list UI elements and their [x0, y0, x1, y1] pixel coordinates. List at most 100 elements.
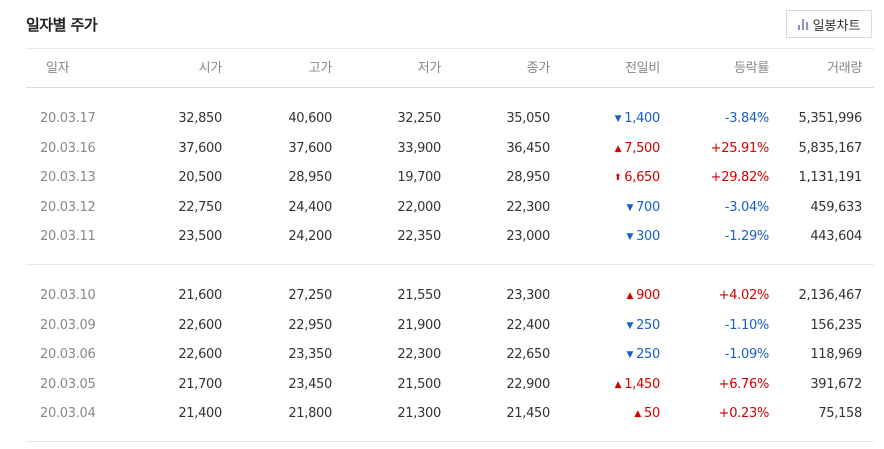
column-header-high: 고가: [308, 61, 333, 76]
change-value: 6,650: [624, 170, 660, 185]
cell-high: 27,250: [288, 288, 332, 303]
cell-rate: -3.84%: [724, 111, 770, 126]
cell-change: ▼ 700: [626, 193, 660, 222]
table-row: 20.03.13 20,500 28,950 19,700 28,950 ⬆ 6,650 +2…: [26, 163, 874, 192]
table-row: 20.03.06 22,600 23,350 22,300 22,650 ▼ 250 -1.0…: [26, 340, 874, 369]
cell-close: 22,900: [506, 376, 550, 392]
table-top-border: [26, 48, 874, 49]
cell-high: 21,800: [288, 406, 332, 421]
cell-open: 22,750: [178, 199, 222, 215]
cell-rate: -1.10%: [724, 317, 770, 333]
daily-chart-button[interactable]: 일봉차트: [786, 10, 872, 38]
cell-close: 22,650: [506, 347, 550, 362]
table-row: 20.03.17 32,850 40,600 32,250 35,050 ▼ 1,400 -3…: [26, 104, 874, 133]
cell-low: 19,700: [397, 170, 441, 185]
cell-high: 23,350: [288, 347, 332, 362]
cell-volume: 459,633: [810, 199, 862, 215]
cell-change: ▲ 1,450: [614, 370, 661, 399]
cell-open: 23,500: [178, 229, 222, 244]
down-arrow-icon: ▼: [626, 350, 634, 360]
cell-rate: +4.02%: [718, 288, 770, 303]
cell-open: 21,700: [178, 376, 222, 392]
cell-rate: +29.82%: [710, 170, 770, 185]
cell-rate: +6.76%: [718, 376, 770, 392]
table-row: 20.03.11 23,500 24,200 22,350 23,000 ▼ 300 -1.2…: [26, 222, 874, 251]
cell-volume: 5,835,167: [798, 140, 863, 156]
cell-close: 35,050: [506, 111, 550, 126]
cell-volume: 156,235: [810, 317, 862, 333]
change-value: 250: [636, 317, 660, 333]
cell-low: 22,300: [397, 347, 441, 362]
cell-low: 21,900: [397, 317, 441, 333]
cell-date: 20.03.12: [40, 199, 96, 215]
column-header-change: 전일비: [625, 61, 660, 76]
cell-change: ▼ 1,400: [615, 104, 661, 133]
cell-volume: 2,136,467: [798, 288, 863, 303]
cell-close: 23,300: [506, 288, 550, 303]
table-header: 일자 시가 고가 저가 종가 전일비 등락률 거래량: [26, 54, 874, 83]
up-arrow-icon: ▲: [626, 291, 634, 301]
down-arrow-icon: ▼: [626, 202, 634, 213]
cell-rate: -3.04%: [724, 199, 770, 215]
cell-change: ▼ 250: [626, 340, 660, 369]
cell-volume: 118,969: [810, 347, 862, 362]
cell-low: 22,350: [397, 229, 441, 244]
cell-date: 20.03.05: [40, 376, 96, 392]
change-value: 1,400: [624, 111, 660, 126]
cell-high: 24,200: [288, 229, 332, 244]
cell-close: 23,000: [506, 229, 550, 244]
cell-rate: +25.91%: [710, 140, 770, 156]
cell-date: 20.03.13: [40, 170, 96, 185]
panel-title: 일자별 주가: [26, 16, 98, 34]
cell-low: 21,300: [397, 406, 441, 421]
table-row: 20.03.12 22,750 24,400 22,000 22,300 ▼ 700 -3.0…: [26, 193, 874, 222]
cell-rate: +0.23%: [718, 406, 770, 421]
cell-date: 20.03.16: [40, 140, 96, 156]
cell-close: 21,450: [506, 406, 550, 421]
cell-open: 20,500: [178, 170, 222, 185]
column-header-rate: 등락률: [734, 61, 769, 76]
cell-low: 21,500: [397, 376, 441, 392]
cell-open: 22,600: [178, 317, 222, 333]
column-header-open: 시가: [198, 61, 223, 76]
change-value: 7,500: [624, 140, 660, 156]
up-arrow-icon: ▲: [614, 143, 622, 154]
cell-open: 32,850: [178, 111, 222, 126]
up-arrow-icon: ⬆: [614, 173, 622, 183]
table-row: 20.03.10 21,600 27,250 21,550 23,300 ▲ 900 +4.0…: [26, 281, 874, 310]
table-bottom-border: [26, 441, 874, 442]
cell-open: 21,400: [178, 406, 222, 421]
column-header-close: 종가: [526, 61, 551, 76]
cell-high: 37,600: [288, 140, 332, 156]
cell-change: ⬆ 6,650: [614, 163, 660, 192]
cell-date: 20.03.04: [40, 406, 96, 421]
cell-open: 37,600: [178, 140, 222, 156]
table-row: 20.03.04 21,400 21,800 21,300 21,450 ▲ 50 +0.23…: [26, 399, 874, 428]
cell-rate: -1.09%: [724, 347, 770, 362]
cell-high: 28,950: [288, 170, 332, 185]
down-arrow-icon: ▼: [626, 232, 634, 242]
cell-change: ▲ 900: [626, 281, 660, 310]
change-value: 250: [636, 347, 660, 362]
cell-close: 36,450: [506, 140, 550, 156]
cell-high: 40,600: [288, 111, 332, 126]
cell-high: 23,450: [288, 376, 332, 392]
cell-change: ▲ 7,500: [614, 134, 661, 163]
up-arrow-icon: ▲: [614, 379, 622, 390]
cell-date: 20.03.09: [40, 317, 96, 333]
daily-chart-button-label: 일봉차트: [812, 18, 861, 34]
cell-change: ▼ 300: [626, 222, 660, 251]
table-row: 20.03.05 21,700 23,450 21,500 22,900 ▲ 1,450 +6…: [26, 370, 874, 399]
up-arrow-icon: ▲: [634, 409, 642, 419]
cell-date: 20.03.17: [40, 111, 96, 126]
cell-rate: -1.29%: [724, 229, 770, 244]
cell-low: 22,000: [397, 199, 441, 215]
group-divider: [26, 264, 874, 265]
cell-date: 20.03.06: [40, 347, 96, 362]
column-header-date: 일자: [46, 61, 70, 76]
cell-date: 20.03.10: [40, 288, 96, 303]
cell-close: 28,950: [506, 170, 550, 185]
table-row: 20.03.09 22,600 22,950 21,900 22,400 ▼ 250 -1.1…: [26, 311, 874, 340]
column-header-low: 저가: [417, 61, 442, 76]
cell-close: 22,300: [506, 199, 550, 215]
